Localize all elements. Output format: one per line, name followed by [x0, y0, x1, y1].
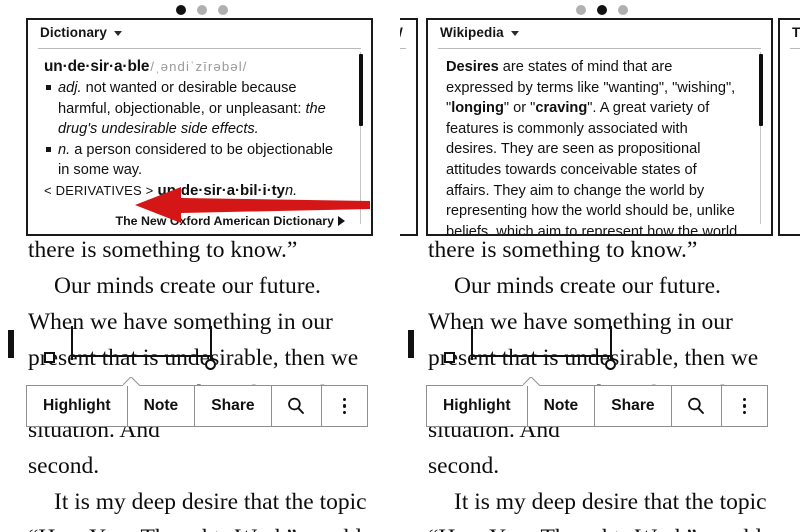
headword-line: un·de·sir·a·ble/ˌəndiˈzīrəbəl/: [44, 57, 345, 77]
peek-card-header: Tr: [780, 20, 800, 46]
sense-list: adj. not wanted or desirable because har…: [44, 78, 345, 180]
dot: [342, 397, 347, 402]
derivatives-line: < DERIVATIVES > un·de·sir·a·bil·i·tyn.: [44, 181, 345, 201]
peek-card-wikipedia[interactable]: W: [400, 18, 418, 236]
toolbar-pointer: [523, 377, 541, 386]
dictionary-card-title: Dictionary: [40, 25, 108, 41]
selection-handle-end[interactable]: [605, 359, 616, 370]
book-text-left: there is something to know.” Our minds c…: [0, 232, 400, 532]
dictionary-card[interactable]: Dictionary un·de·sir·a·ble/ˌəndiˈzīrəbəl…: [26, 18, 373, 236]
selection-handle-start[interactable]: [44, 352, 55, 363]
header-divider: [400, 48, 406, 49]
selection-toolbar-left[interactable]: Highlight Note Share: [26, 385, 368, 427]
note-button[interactable]: Note: [128, 386, 196, 426]
page-dot-2[interactable]: [197, 5, 207, 15]
peek-card-translation[interactable]: Tr: [778, 18, 800, 236]
dot: [742, 404, 747, 408]
definition: a person considered to be objectionable …: [58, 141, 334, 179]
search-icon[interactable]: [272, 386, 323, 426]
highlight-button[interactable]: Highlight: [27, 386, 128, 426]
selection-handle-end[interactable]: [205, 359, 216, 370]
peek-card-header: W: [400, 20, 416, 46]
wikipedia-article-text: Desires are states of mind that are expr…: [446, 59, 738, 236]
derivatives-label: < DERIVATIVES >: [44, 183, 154, 199]
derivatives-word: un·de·sir·a·bil·i·ty: [157, 182, 286, 200]
dictionary-source[interactable]: The New Oxford American Dictionary: [116, 214, 345, 228]
share-button[interactable]: Share: [195, 386, 272, 426]
more-options-icon[interactable]: [722, 386, 767, 426]
selection-underline: [73, 355, 210, 357]
selection-bar-end: [210, 326, 212, 360]
selected-text[interactable]: undesirable,: [164, 345, 278, 371]
wikipedia-card-body: Desires are states of mind that are expr…: [428, 49, 771, 236]
selection-bar-end: [610, 326, 612, 360]
dot: [742, 410, 747, 415]
page-dot-1[interactable]: [576, 5, 586, 15]
sense-item: adj. not wanted or desirable because har…: [44, 78, 345, 139]
definition: not wanted or desirable because harmful,…: [58, 80, 302, 117]
card-page-dots-right[interactable]: [576, 5, 628, 15]
page-left: there is something to know.” Our minds c…: [0, 0, 400, 532]
selected-text[interactable]: undesirable,: [564, 345, 678, 371]
search-glyph: [688, 397, 705, 414]
dot: [342, 410, 347, 415]
chevron-down-icon[interactable]: [114, 31, 123, 37]
selection-toolbar-right[interactable]: Highlight Note Share: [426, 385, 768, 427]
more-options-icon[interactable]: [322, 386, 367, 426]
book-paragraph-3: It is my deep desire that the topic “How…: [28, 489, 367, 532]
selection-underline: [473, 355, 610, 357]
pronunciation: /ˌəndiˈzīrəbəl/: [150, 59, 248, 74]
headword: un·de·sir·a·ble: [44, 58, 150, 75]
selection-handle-start[interactable]: [444, 352, 455, 363]
wikipedia-scrollbar-thumb[interactable]: [759, 54, 763, 126]
page-dot-3[interactable]: [618, 5, 628, 15]
dictionary-card-body: un·de·sir·a·ble/ˌəndiˈzīrəbəl/ adj. not …: [28, 49, 371, 206]
play-triangle-icon[interactable]: [338, 216, 345, 226]
chevron-down-icon[interactable]: [510, 31, 519, 37]
book-occluded-line: second.: [28, 453, 100, 479]
dot: [342, 404, 347, 408]
dictionary-scrollbar-thumb[interactable]: [359, 54, 363, 126]
toolbar-pointer: [123, 377, 141, 386]
page-dot-3[interactable]: [218, 5, 228, 15]
sense-item: n. a person considered to be objectionab…: [44, 140, 345, 181]
derivatives-pos: n.: [285, 183, 298, 200]
page-dot-1[interactable]: [176, 5, 186, 15]
book-occluded-line: second.: [428, 453, 500, 479]
share-button[interactable]: Share: [595, 386, 672, 426]
wikipedia-card[interactable]: Wikipedia Desires are states of mind tha…: [426, 18, 773, 236]
wikipedia-card-title: Wikipedia: [440, 25, 504, 41]
page-edge-marker: [408, 330, 414, 358]
page-right: there is something to know.” Our minds c…: [400, 0, 800, 532]
page-edge-marker: [8, 330, 14, 358]
book-text-right: there is something to know.” Our minds c…: [400, 232, 800, 532]
reader-screen: there is something to know.” Our minds c…: [0, 0, 800, 532]
part-of-speech: adj.: [58, 80, 82, 97]
wikipedia-card-header[interactable]: Wikipedia: [428, 20, 771, 46]
highlight-button[interactable]: Highlight: [427, 386, 528, 426]
header-divider: [790, 48, 800, 49]
book-line-1: there is something to know.”: [28, 237, 298, 263]
note-button[interactable]: Note: [528, 386, 596, 426]
dictionary-entry: un·de·sir·a·ble/ˌəndiˈzīrəbəl/ adj. not …: [44, 57, 345, 202]
dot: [742, 397, 747, 402]
search-icon[interactable]: [672, 386, 723, 426]
book-paragraph-3: It is my deep desire that the topic “How…: [428, 489, 767, 532]
search-glyph: [288, 397, 305, 414]
card-page-dots-left[interactable]: [176, 5, 228, 15]
peek-card-title: Tr: [792, 25, 800, 41]
peek-card-title: W: [400, 25, 403, 40]
dictionary-card-header[interactable]: Dictionary: [28, 20, 371, 46]
book-line-1: there is something to know.”: [428, 237, 698, 263]
part-of-speech: n.: [58, 141, 71, 158]
page-dot-2[interactable]: [597, 5, 607, 15]
